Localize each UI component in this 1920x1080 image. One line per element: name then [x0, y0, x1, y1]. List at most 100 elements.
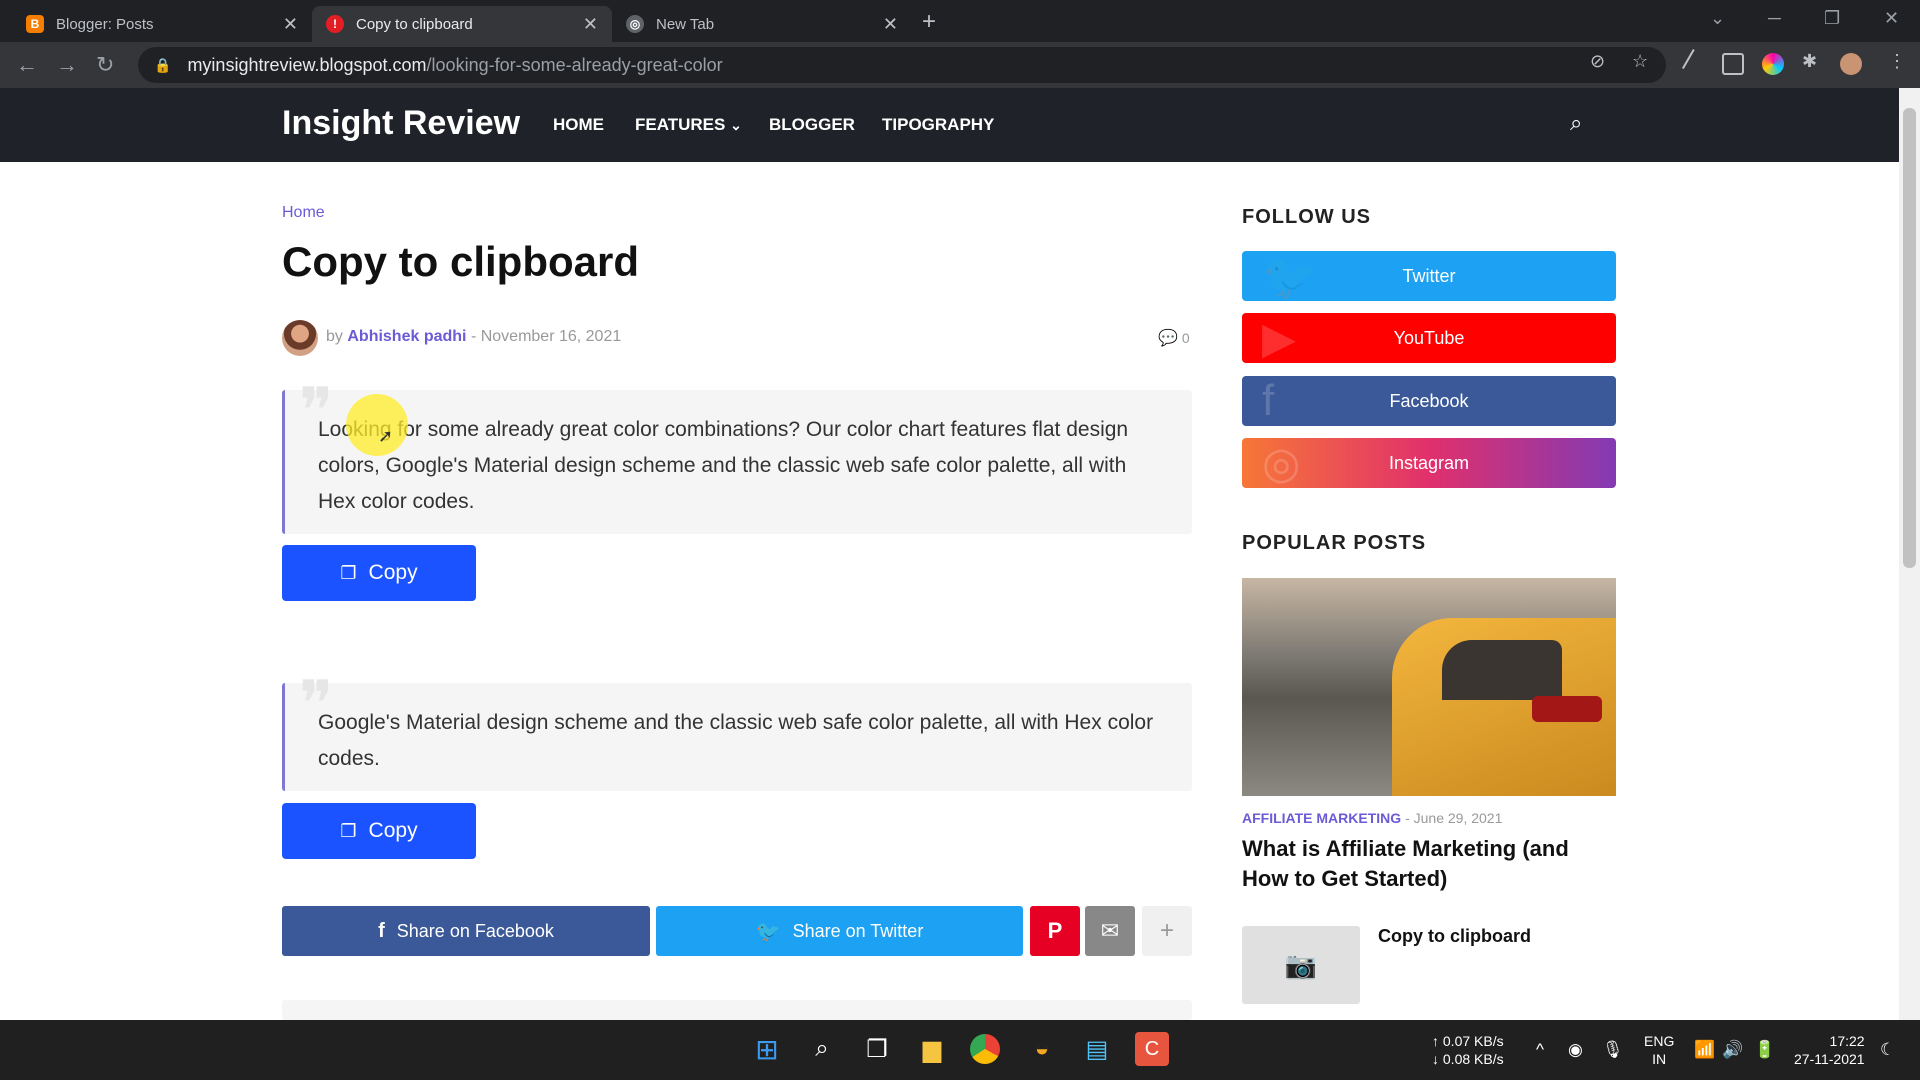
nav-blogger[interactable]: BLOGGER: [769, 115, 855, 135]
follow-twitter-button[interactable]: 🐦 Twitter: [1242, 251, 1616, 301]
browser-tab-strip: B Blogger: Posts ✕ ! Copy to clipboard ✕…: [0, 0, 1920, 42]
nav-home[interactable]: HOME: [553, 115, 604, 135]
eye-off-icon[interactable]: ⊘: [1590, 51, 1605, 72]
net-up: ↑ 0.07 KB/s: [1432, 1033, 1504, 1049]
site-favicon-icon: !: [326, 15, 344, 33]
page-scrollbar[interactable]: [1899, 88, 1920, 1020]
window-close-icon[interactable]: ✕: [1884, 8, 1899, 29]
share-email-button[interactable]: ✉: [1085, 906, 1135, 956]
lock-icon[interactable]: 🔒: [154, 57, 171, 74]
chevron-up-icon[interactable]: ^: [1536, 1040, 1544, 1060]
related-post-title[interactable]: Copy to clipboard: [1378, 926, 1531, 947]
language-indicator[interactable]: ENG IN: [1644, 1032, 1674, 1068]
copy-button[interactable]: ❐ Copy: [282, 803, 476, 859]
site-logo[interactable]: Insight Review: [282, 104, 520, 143]
nav-tipography[interactable]: TIPOGRAPHY: [882, 115, 994, 135]
email-icon: ✉: [1100, 918, 1120, 943]
chrome-icon[interactable]: [970, 1034, 1000, 1064]
tab-copy-to-clipboard[interactable]: ! Copy to clipboard ✕: [312, 6, 612, 42]
vpn-icon[interactable]: ◉: [1568, 1040, 1583, 1060]
pen-extension-icon[interactable]: [1681, 48, 1713, 80]
volume-icon[interactable]: 🔊: [1722, 1040, 1743, 1060]
share-twitter-label: Share on Twitter: [792, 920, 924, 941]
task-view-icon[interactable]: ❐: [860, 1032, 894, 1066]
blockquote-2: ❞ Google's Material design scheme and th…: [282, 673, 1192, 791]
cast-extension-icon[interactable]: [1722, 53, 1744, 75]
search-icon[interactable]: ⌕: [805, 1032, 839, 1066]
nav-features[interactable]: FEATURES ⌄: [635, 115, 742, 135]
post-category-link[interactable]: AFFILIATE MARKETING: [1242, 810, 1401, 826]
wifi-icon[interactable]: 📶: [1694, 1040, 1715, 1060]
quote-text: Google's Material design scheme and the …: [318, 711, 1154, 770]
notepad-icon[interactable]: ▤: [1080, 1032, 1114, 1066]
notification-icon[interactable]: ☾: [1880, 1040, 1895, 1060]
follow-facebook-button[interactable]: f Facebook: [1242, 376, 1616, 426]
profile-avatar[interactable]: [1840, 53, 1862, 75]
camtasia-icon[interactable]: C: [1135, 1032, 1169, 1066]
restore-icon[interactable]: ❐: [1824, 8, 1840, 29]
minimize-icon[interactable]: ─: [1768, 8, 1781, 29]
popular-post-title[interactable]: What is Affiliate Marketing (and How to …: [1242, 834, 1616, 894]
address-bar[interactable]: 🔒 myinsightreview.blogspot.com /looking-…: [138, 47, 1666, 83]
new-tab-button[interactable]: +: [922, 8, 936, 36]
meta-separator: -: [470, 328, 477, 345]
tab-new-tab[interactable]: ◎ New Tab ✕: [612, 6, 912, 42]
file-explorer-icon[interactable]: ▆: [915, 1032, 949, 1066]
back-icon[interactable]: ←: [16, 52, 38, 78]
pinterest-icon: P: [1047, 918, 1063, 943]
microphone-icon[interactable]: 🎙: [1602, 1040, 1624, 1060]
author-link[interactable]: Abhishek padhi: [347, 328, 466, 345]
cursor-highlight: [346, 394, 408, 456]
language: ENG: [1644, 1033, 1675, 1049]
colorzilla-extension-icon[interactable]: [1762, 53, 1784, 75]
share-more-button[interactable]: +: [1142, 906, 1192, 956]
post-meta: by Abhishek padhi - November 16, 2021: [326, 328, 621, 346]
popular-post-date: June 29, 2021: [1413, 810, 1503, 826]
windows-start-icon[interactable]: ⊞: [750, 1032, 784, 1066]
battery-icon[interactable]: 🔋: [1754, 1040, 1775, 1060]
search-icon[interactable]: ⌕: [1570, 110, 1582, 136]
tab-blogger-posts[interactable]: B Blogger: Posts ✕: [12, 6, 312, 42]
copy-button[interactable]: ❐ Copy: [282, 545, 476, 601]
follow-youtube-button[interactable]: ▶ YouTube: [1242, 313, 1616, 363]
copy-button-label: Copy: [368, 561, 418, 584]
scrollbar-thumb[interactable]: [1903, 108, 1916, 568]
copy-icon: ❐: [340, 820, 357, 841]
popular-post-image[interactable]: [1242, 578, 1616, 796]
follow-youtube-label: YouTube: [1393, 327, 1465, 348]
breadcrumb[interactable]: Home: [282, 204, 325, 222]
comment-count[interactable]: 💬 0: [1158, 328, 1190, 348]
twitter-icon: 🐦: [1262, 253, 1317, 301]
post-date: November 16, 2021: [480, 328, 622, 345]
star-icon[interactable]: ☆: [1632, 51, 1648, 72]
facebook-icon: f: [1262, 376, 1275, 425]
next-section: [282, 1000, 1192, 1020]
app-icon[interactable]: ◒: [1025, 1032, 1059, 1066]
author-avatar: [282, 320, 318, 356]
forward-icon[interactable]: →: [56, 52, 78, 78]
share-pinterest-button[interactable]: P: [1030, 906, 1080, 956]
tab-search-icon[interactable]: ⌄: [1710, 8, 1725, 29]
blockquote-1: ❞ Looking for some already great color c…: [282, 380, 1192, 534]
copy-icon: ❐: [340, 562, 357, 583]
close-icon[interactable]: ✕: [283, 14, 298, 35]
region: IN: [1652, 1051, 1667, 1067]
close-icon[interactable]: ✕: [583, 14, 598, 35]
close-icon[interactable]: ✕: [883, 14, 898, 35]
follow-instagram-button[interactable]: ◎ Instagram: [1242, 438, 1616, 488]
tab-title: Copy to clipboard: [356, 15, 473, 33]
reload-icon[interactable]: ↻: [96, 52, 114, 78]
meta-separator: -: [1405, 810, 1410, 826]
taxi-light-shape: [1532, 696, 1602, 722]
share-facebook-button[interactable]: f Share on Facebook: [282, 906, 650, 956]
twitter-icon: 🐦: [755, 920, 781, 943]
follow-facebook-label: Facebook: [1389, 390, 1469, 411]
camera-icon[interactable]: 📷: [1242, 926, 1360, 1004]
tab-title: Blogger: Posts: [56, 15, 154, 33]
clock[interactable]: 17:22 27-11-2021: [1794, 1032, 1865, 1068]
menu-dots-icon[interactable]: ⋮: [1888, 51, 1906, 72]
share-twitter-button[interactable]: 🐦 Share on Twitter: [656, 906, 1023, 956]
extensions-puzzle-icon[interactable]: ✱: [1802, 51, 1817, 72]
mouse-cursor-icon: ➚: [378, 426, 394, 446]
page-title: Copy to clipboard: [282, 238, 639, 285]
